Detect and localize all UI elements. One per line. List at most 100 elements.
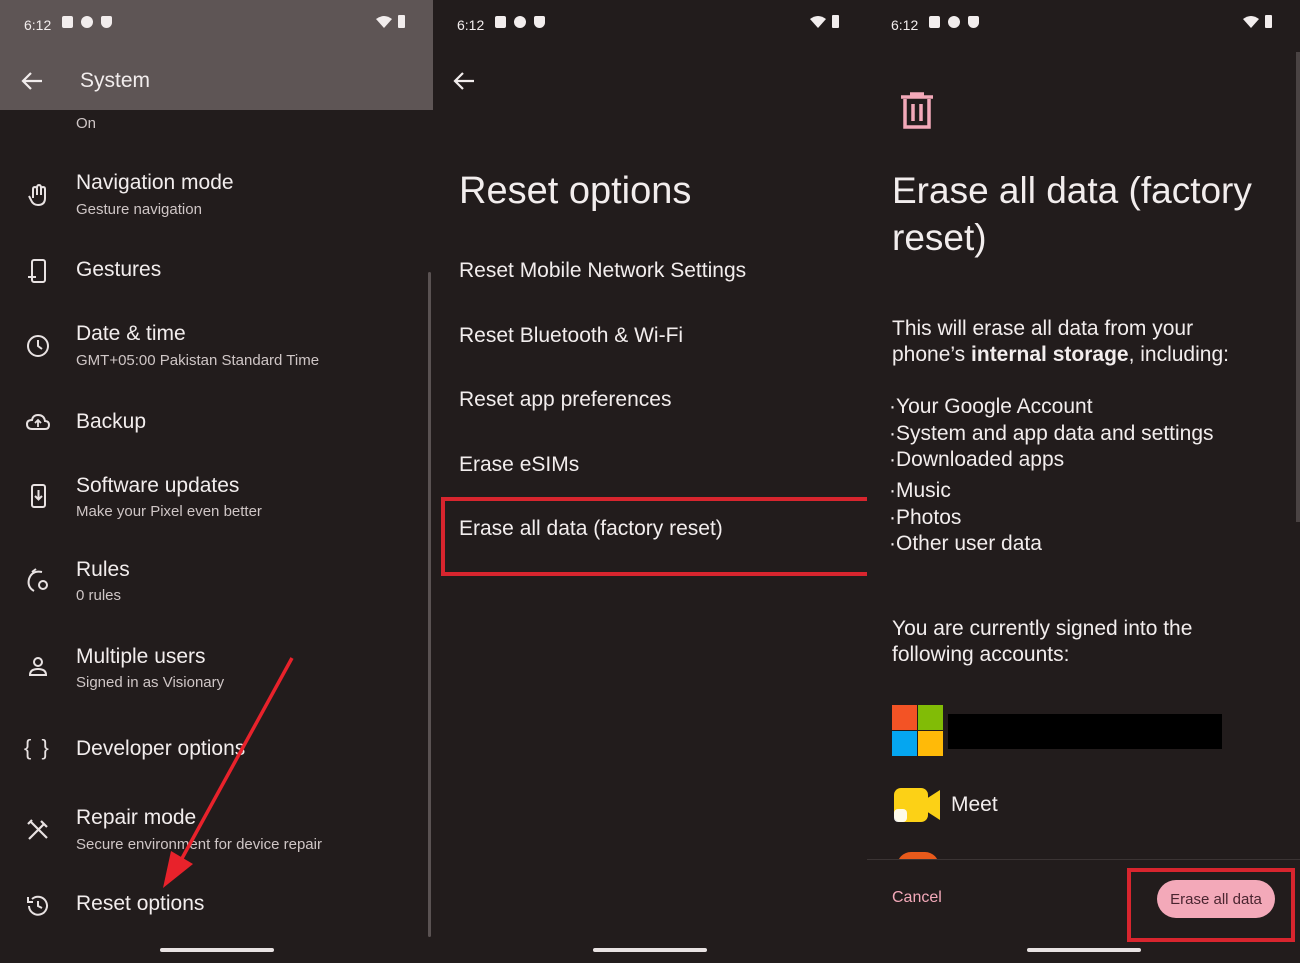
item-title: Date & time: [76, 322, 186, 345]
item-title: Developer options: [76, 737, 246, 760]
shield-icon: [968, 16, 979, 28]
text-segment: phone’s: [892, 343, 972, 366]
settings-item-backup[interactable]: Backup: [0, 405, 433, 455]
item-title: Gestures: [76, 258, 162, 281]
page-title: Erase all data (factory reset): [892, 167, 1252, 261]
system-status-icons: [1243, 15, 1272, 28]
description-line: This will erase all data from your: [892, 317, 1194, 340]
bullet-text: Downloaded apps: [896, 448, 1065, 471]
battery-icon: [832, 15, 839, 28]
item-title: Multiple users: [76, 645, 206, 668]
item-title: Navigation mode: [76, 171, 234, 194]
list-item: ·Downloaded apps: [889, 448, 1065, 471]
item-subtitle: Gesture navigation: [76, 201, 202, 218]
meet-logo-icon: [894, 788, 940, 822]
gesture-handle: [593, 948, 707, 952]
erase-all-data-screen: 6:12 Erase all data (factory reset) This…: [867, 0, 1300, 963]
item-title: Software updates: [76, 474, 240, 497]
app-bar: [433, 52, 867, 110]
item-subtitle: Signed in as Visionary: [76, 674, 225, 691]
divider: [867, 859, 1300, 860]
notification-square-icon: [495, 16, 506, 28]
list-item: ·Other user data: [889, 532, 1042, 555]
account-row-microsoft: [892, 705, 1222, 756]
shield-icon: [101, 16, 112, 28]
settings-item-developer-options[interactable]: { } Developer options: [0, 732, 433, 782]
settings-item-repair-mode[interactable]: Repair mode Secure environment for devic…: [0, 805, 433, 865]
highlight-box: [441, 497, 867, 576]
account-row-meet: Meet: [892, 784, 1192, 828]
braces-icon: { }: [24, 735, 51, 760]
title-line: reset): [892, 217, 987, 258]
accounts-heading-line: You are currently signed into the: [892, 617, 1193, 640]
settings-item-navigation-mode[interactable]: Navigation mode Gesture navigation: [0, 168, 433, 228]
gesture-hand-icon: [28, 183, 46, 207]
gesture-handle: [160, 948, 274, 952]
person-icon: [28, 657, 48, 676]
settings-item-date-time[interactable]: Date & time GMT+05:00 Pakistan Standard …: [0, 320, 433, 380]
notification-circle-icon: [948, 16, 960, 28]
battery-icon: [398, 15, 405, 28]
partial-item-value: On: [76, 115, 97, 132]
settings-list: On Navigation mode Gesture navigation Ge…: [0, 110, 433, 963]
option-reset-bluetooth-wifi[interactable]: Reset Bluetooth & Wi-Fi: [459, 324, 683, 348]
bullet-text: Photos: [896, 506, 962, 529]
notification-circle-icon: [514, 16, 526, 28]
item-title: Rules: [76, 558, 130, 581]
notification-circle-icon: [81, 16, 93, 28]
battery-icon: [1265, 15, 1272, 28]
notification-icons: [495, 16, 545, 28]
back-arrow-icon[interactable]: [18, 67, 46, 95]
item-subtitle: Make your Pixel even better: [76, 503, 262, 520]
internal-storage-emphasis: internal storage: [971, 343, 1129, 366]
reset-options-screen: 6:12 Reset options Reset Mobile Network …: [433, 0, 867, 963]
status-bar: 6:12: [867, 0, 1300, 52]
option-reset-app-preferences[interactable]: Reset app preferences: [459, 388, 671, 412]
settings-item-software-updates[interactable]: Software updates Make your Pixel even be…: [0, 472, 433, 532]
shield-icon: [534, 16, 545, 28]
status-time: 6:12: [457, 17, 485, 33]
settings-item-rules[interactable]: Rules 0 rules: [0, 556, 433, 616]
history-icon: [27, 895, 48, 916]
app-bar: System: [0, 52, 433, 110]
status-bar: 6:12: [433, 0, 867, 52]
settings-item-reset-options[interactable]: Reset options: [0, 888, 433, 938]
redacted-account-name: [948, 714, 1222, 749]
cancel-button[interactable]: Cancel: [892, 889, 942, 907]
wifi-icon: [810, 15, 826, 28]
status-time: 6:12: [24, 17, 52, 33]
wifi-icon: [1243, 15, 1259, 28]
bullet-text: Other user data: [896, 532, 1042, 555]
settings-item-gestures[interactable]: Gestures: [0, 253, 433, 303]
settings-item-multiple-users[interactable]: Multiple users Signed in as Visionary: [0, 643, 433, 703]
page-title: System: [80, 69, 151, 92]
item-subtitle: Secure environment for device repair: [76, 836, 322, 853]
option-reset-mobile-network[interactable]: Reset Mobile Network Settings: [459, 259, 746, 283]
rules-icon: [27, 568, 48, 592]
status-bar: 6:12: [0, 0, 433, 52]
system-update-icon: [31, 484, 46, 508]
notification-icons: [929, 16, 979, 28]
status-time: 6:12: [891, 17, 919, 33]
bullet-text: Your Google Account: [896, 395, 1093, 418]
system-status-icons: [376, 15, 405, 28]
cloud-upload-icon: [25, 413, 51, 430]
notification-square-icon: [929, 16, 940, 28]
microsoft-logo-icon: [892, 705, 943, 756]
scrollbar[interactable]: [428, 272, 431, 937]
option-erase-esims[interactable]: Erase eSIMs: [459, 453, 579, 477]
trash-icon: [901, 92, 933, 129]
text-segment: , including:: [1128, 343, 1229, 366]
gesture-handle: [1027, 948, 1141, 952]
list-item: ·Music: [889, 479, 951, 502]
title-line: Erase all data (factory: [892, 170, 1252, 211]
list-item: ·Photos: [889, 506, 962, 529]
back-arrow-icon[interactable]: [450, 67, 478, 95]
system-status-icons: [810, 15, 839, 28]
tools-icon: [27, 819, 48, 840]
item-subtitle: 0 rules: [76, 587, 122, 604]
item-title: Reset options: [76, 892, 205, 915]
clock-icon: [27, 335, 49, 357]
notification-square-icon: [62, 16, 73, 28]
scrollbar[interactable]: [1296, 52, 1300, 522]
